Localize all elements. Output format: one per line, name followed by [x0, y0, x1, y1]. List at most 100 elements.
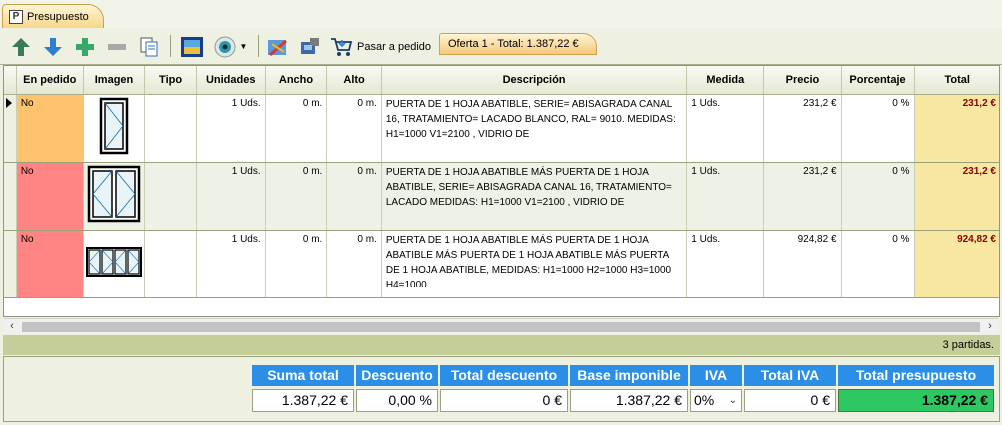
- row-selector-header: [4, 66, 17, 95]
- total-cell[interactable]: 231,2 €: [914, 94, 999, 163]
- machine-button[interactable]: [297, 33, 323, 60]
- offer-tab[interactable]: Oferta 1 - Total: 1.387,22 €: [439, 33, 597, 55]
- item-image-cell[interactable]: [83, 230, 146, 298]
- toolbar-separator: [170, 35, 171, 57]
- en-pedido-cell[interactable]: No: [16, 162, 84, 231]
- column-header-unidades[interactable]: Unidades: [196, 66, 266, 95]
- medida-cell[interactable]: 1 Uds.: [686, 94, 765, 163]
- document-edit-icon: P: [9, 9, 23, 24]
- unidades-cell[interactable]: 1 Uds.: [196, 162, 266, 231]
- pasar-a-pedido-button[interactable]: Pasar a pedido: [330, 33, 434, 60]
- quad-door-icon: [86, 246, 143, 277]
- descuento-field[interactable]: 0,00 %: [356, 389, 438, 412]
- total-descuento-header: Total descuento: [440, 365, 568, 386]
- tipo-cell[interactable]: [144, 162, 197, 231]
- plus-icon: [76, 37, 94, 56]
- total-cell[interactable]: 924,82 €: [914, 230, 999, 298]
- iva-select[interactable]: 0% ⌄: [690, 389, 742, 412]
- tipo-cell[interactable]: [144, 94, 197, 163]
- presupuesto-tab[interactable]: P Presupuesto: [2, 4, 104, 28]
- ancho-cell[interactable]: 0 m.: [265, 230, 328, 298]
- offer-tab-label: Oferta 1 - Total: 1.387,22 €: [448, 38, 579, 50]
- column-header-descripcion[interactable]: Descripción: [381, 66, 688, 95]
- table-row[interactable]: No 1 Uds. 0 m. 0 m. PUERTA DE 1 HOJA ABA…: [4, 94, 999, 163]
- item-image-cell[interactable]: [83, 162, 146, 231]
- presupuesto-tab-label: Presupuesto: [27, 10, 89, 23]
- eye-icon: [214, 36, 236, 57]
- table-row[interactable]: No 1 Uds. 0 m. 0 m. PUERTA DE 1 HOJA ABA…: [4, 230, 999, 298]
- column-header-ancho[interactable]: Ancho: [265, 66, 328, 95]
- alto-cell[interactable]: 0 m.: [326, 94, 382, 163]
- item-count-text: 3 partidas.: [942, 339, 994, 351]
- total-descuento-value: 0 €: [440, 389, 568, 412]
- medida-cell[interactable]: 1 Uds.: [686, 162, 765, 231]
- medida-cell[interactable]: 1 Uds.: [686, 230, 765, 298]
- alto-cell[interactable]: 0 m.: [326, 230, 382, 298]
- minus-icon: [108, 43, 126, 50]
- descripcion-text: PUERTA DE 1 HOJA ABATIBLE MÁS PUERTA DE …: [385, 234, 672, 287]
- column-header-porcentaje[interactable]: Porcentaje: [841, 66, 915, 95]
- current-row-indicator-icon: [6, 97, 12, 108]
- budget-summary: Suma total Descuento Total descuento Bas…: [3, 356, 1000, 422]
- precio-cell[interactable]: 924,82 €: [763, 230, 842, 298]
- column-header-total[interactable]: Total: [914, 66, 999, 95]
- document-tab-bar: P Presupuesto: [0, 0, 1002, 28]
- add-button[interactable]: [72, 33, 98, 60]
- iva-header: IVA: [690, 365, 742, 386]
- remove-button[interactable]: [104, 33, 130, 60]
- descripcion-cell[interactable]: PUERTA DE 1 HOJA ABATIBLE, SERIE= ABISAG…: [381, 94, 688, 163]
- item-image-cell[interactable]: [83, 94, 146, 163]
- tools-icon: [268, 39, 287, 56]
- grid-status-bar: 3 partidas.: [3, 335, 1000, 355]
- total-cell[interactable]: 231,2 €: [914, 162, 999, 231]
- row-selector[interactable]: [4, 94, 17, 163]
- move-down-button[interactable]: [40, 33, 66, 60]
- ancho-cell[interactable]: 0 m.: [265, 94, 328, 163]
- unidades-cell[interactable]: 1 Uds.: [196, 230, 266, 298]
- porcentaje-cell[interactable]: 0 %: [841, 94, 915, 163]
- en-pedido-cell[interactable]: No: [16, 94, 84, 163]
- ancho-cell[interactable]: 0 m.: [265, 162, 328, 231]
- scroll-left-icon[interactable]: ‹: [4, 319, 20, 335]
- suma-total-header: Suma total: [252, 365, 354, 386]
- scroll-right-icon[interactable]: ›: [982, 319, 998, 335]
- descripcion-text: PUERTA DE 1 HOJA ABATIBLE MÁS PUERTA DE …: [385, 166, 672, 208]
- precio-cell[interactable]: 231,2 €: [763, 162, 842, 231]
- horizontal-scrollbar[interactable]: ‹ ›: [4, 318, 998, 334]
- table-row[interactable]: No 1 Uds. 0 m. 0 m. PUERTA DE 1 HOJA ABA…: [4, 162, 999, 231]
- precio-cell[interactable]: 231,2 €: [763, 94, 842, 163]
- column-header-tipo[interactable]: Tipo: [144, 66, 197, 95]
- descuento-header: Descuento: [356, 365, 438, 386]
- tipo-cell[interactable]: [144, 230, 197, 298]
- total-presupuesto-value: 1.387,22 €: [838, 389, 994, 412]
- scrollbar-thumb[interactable]: [22, 322, 980, 332]
- iva-selected-value: 0%: [694, 392, 715, 408]
- row-selector[interactable]: [4, 230, 17, 298]
- porcentaje-cell[interactable]: 0 %: [841, 162, 915, 231]
- toolbar-separator: [258, 35, 259, 57]
- column-header-alto[interactable]: Alto: [326, 66, 382, 95]
- row-selector[interactable]: [4, 162, 17, 231]
- tools-button[interactable]: [265, 33, 291, 60]
- column-header-en-pedido[interactable]: En pedido: [16, 66, 84, 95]
- toolbar: ▼ Pasar a pedido Oferta 1 - Total: 1.387…: [0, 28, 1002, 65]
- base-imponible-value: 1.387,22 €: [570, 389, 688, 412]
- machine-icon: [301, 37, 319, 54]
- double-door-icon: [87, 165, 141, 222]
- copy-icon: [140, 37, 158, 56]
- en-pedido-cell[interactable]: No: [16, 230, 84, 298]
- column-header-precio[interactable]: Precio: [763, 66, 842, 95]
- column-header-medida[interactable]: Medida: [686, 66, 765, 95]
- move-up-button[interactable]: [8, 33, 34, 60]
- image-button[interactable]: [178, 33, 206, 60]
- cart-icon: [331, 37, 353, 56]
- column-header-imagen[interactable]: Imagen: [83, 66, 146, 95]
- unidades-cell[interactable]: 1 Uds.: [196, 94, 266, 163]
- view-dropdown-button[interactable]: ▼: [210, 33, 250, 60]
- porcentaje-cell[interactable]: 0 %: [841, 230, 915, 298]
- descripcion-cell[interactable]: PUERTA DE 1 HOJA ABATIBLE MÁS PUERTA DE …: [381, 230, 688, 298]
- alto-cell[interactable]: 0 m.: [326, 162, 382, 231]
- suma-total-value: 1.387,22 €: [252, 389, 354, 412]
- descripcion-cell[interactable]: PUERTA DE 1 HOJA ABATIBLE MÁS PUERTA DE …: [381, 162, 688, 231]
- copy-button[interactable]: [136, 33, 162, 60]
